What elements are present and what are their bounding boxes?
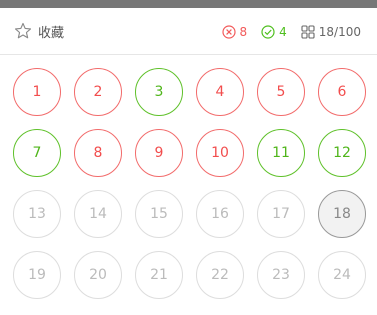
progress-count: 18/100 [318,25,361,39]
question-number-button[interactable]: 12 [318,129,366,177]
question-grid: 1 2 3 4 5 6 7 8 9 10 11 12 13 14 15 16 17 18 19 20 21 22 23 24 [0,55,377,315]
question-number-button[interactable]: 16 [196,190,244,238]
question-number-button[interactable]: 1 [13,68,61,116]
question-number-button[interactable]: 15 [135,190,183,238]
wrong-stat: 8 [221,25,248,39]
correct-count: 4 [279,25,287,39]
progress-stat: 18/100 [301,25,361,39]
question-number-button[interactable]: 8 [74,129,122,177]
question-number-button[interactable]: 14 [74,190,122,238]
question-number-button[interactable]: 17 [257,190,305,238]
question-number-button[interactable]: 9 [135,129,183,177]
grid-icon [301,25,319,39]
question-number-button[interactable]: 18 [318,190,366,238]
favorite-button[interactable]: 收藏 [14,21,64,41]
favorite-label: 收藏 [38,25,65,41]
question-number-button[interactable]: 13 [13,190,61,238]
question-number-button[interactable]: 10 [196,129,244,177]
question-number-button[interactable]: 3 [135,68,183,116]
question-number-button[interactable]: 24 [318,251,366,299]
question-number-button[interactable]: 7 [13,129,61,177]
wrong-circle-icon [221,25,240,39]
wrong-count: 8 [239,25,248,39]
question-number-button[interactable]: 20 [74,251,122,299]
question-number-button[interactable]: 6 [318,68,366,116]
question-number-button[interactable]: 21 [135,251,183,299]
question-number-button[interactable]: 4 [196,68,244,116]
check-circle-icon [261,25,279,39]
question-number-button[interactable]: 22 [196,251,244,299]
top-status-bar [0,0,377,8]
correct-stat: 4 [261,25,287,39]
question-number-button[interactable]: 11 [257,129,305,177]
answer-card-header: 收藏 8 4 18/100 [0,8,377,55]
question-number-button[interactable]: 5 [257,68,305,116]
question-number-button[interactable]: 19 [13,251,61,299]
question-number-button[interactable]: 23 [257,251,305,299]
star-icon [14,22,32,40]
answer-stats: 8 4 18/100 [208,22,361,42]
question-number-button[interactable]: 2 [74,68,122,116]
